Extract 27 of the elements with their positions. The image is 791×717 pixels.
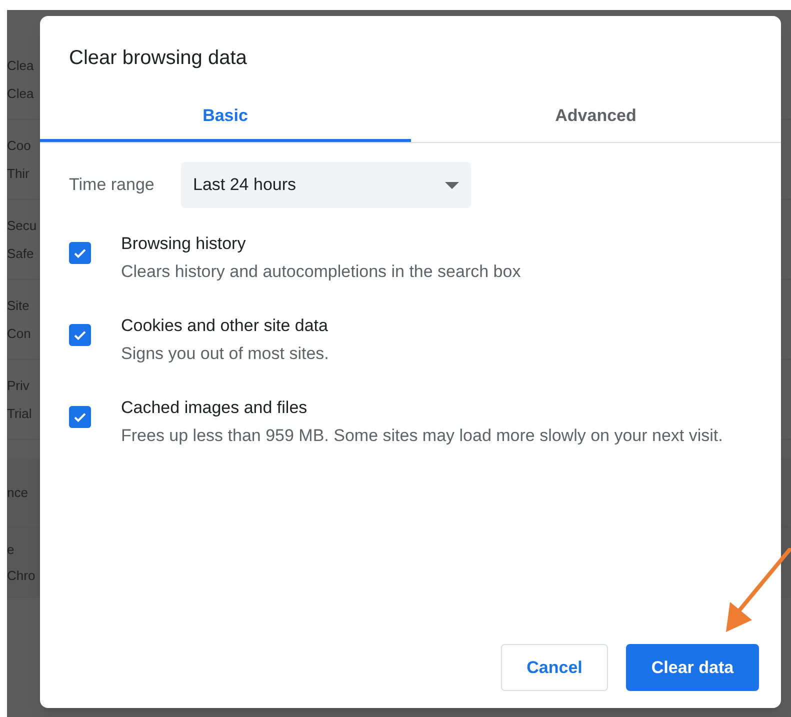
setting-title: Clea	[7, 57, 34, 75]
tab[interactable]: Advanced	[410, 93, 781, 142]
setting-title: Site	[7, 297, 30, 315]
setting-subtitle: Thir	[7, 165, 30, 183]
cancel-button[interactable]: Cancel	[501, 644, 608, 691]
setting-subtitle: Trial	[7, 405, 32, 423]
option-description: Signs you out of most sites.	[121, 343, 329, 365]
clear-data-button[interactable]: Clear data	[626, 644, 759, 691]
checkbox[interactable]	[69, 406, 91, 428]
time-range-label: Time range	[69, 174, 156, 196]
option-title: Cookies and other site data	[121, 315, 328, 337]
option-title: Browsing history	[121, 233, 246, 255]
option-title: Cached images and files	[121, 397, 308, 419]
setting-subtitle: Clea	[7, 85, 34, 103]
dialog-title: Clear browsing data	[68, 46, 248, 71]
checkbox[interactable]	[69, 242, 91, 264]
time-range-dropdown[interactable]: Last 24 hours	[181, 162, 471, 208]
setting-title: Coo	[7, 137, 31, 155]
setting-title: Secu	[7, 217, 37, 235]
setting-subtitle: Safe	[7, 245, 34, 263]
option-description: Clears history and autocompletions in the search box	[121, 261, 521, 283]
setting-title: Priv	[7, 377, 30, 395]
setting-subtitle: Con	[7, 325, 31, 343]
checkbox[interactable]	[69, 324, 91, 346]
tab[interactable]: Basic	[40, 93, 410, 142]
option-description: Frees up less than 959 MB. Some sites may load more slowly on your next visit.	[121, 425, 723, 447]
dropdown-caret-icon	[445, 182, 459, 188]
